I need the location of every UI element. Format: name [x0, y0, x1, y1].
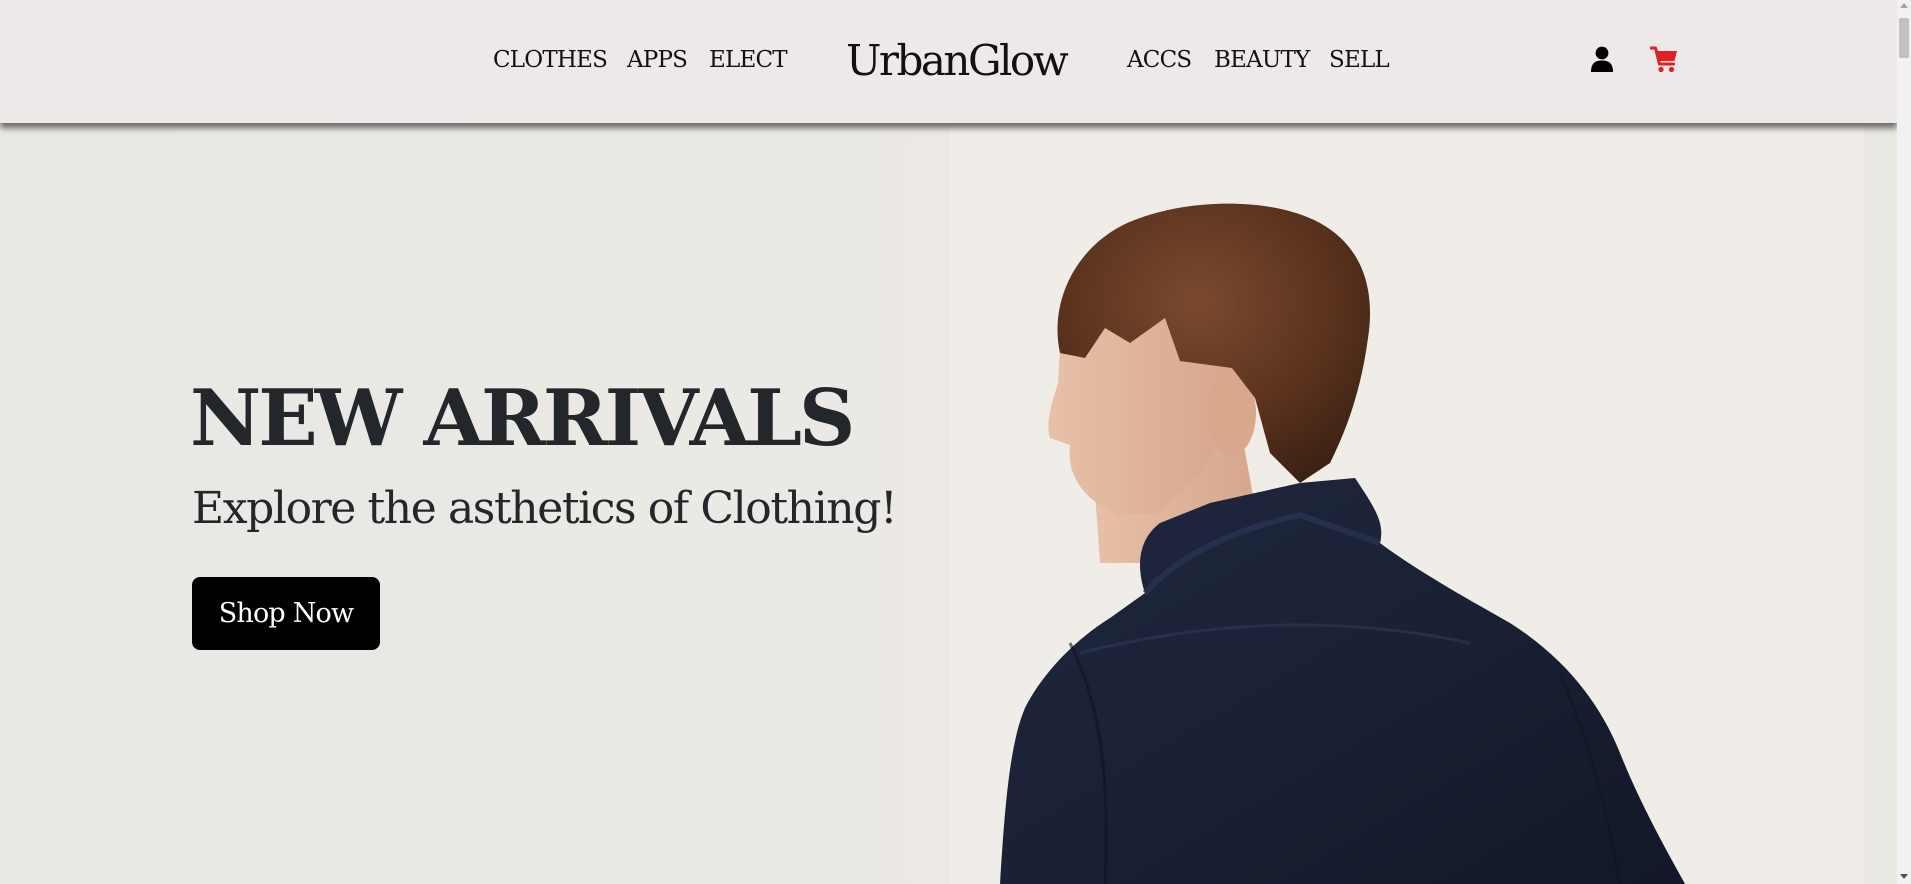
scroll-up-arrow-icon[interactable] [1900, 3, 1908, 8]
nav-link-beauty[interactable]: BEAUTY [1214, 47, 1310, 73]
cart-icon[interactable] [1649, 46, 1678, 77]
nav-link-accs[interactable]: ACCS [1127, 47, 1192, 73]
site-header: CLOTHES APPS ELECT UrbanGlow ACCS BEAUTY… [0, 0, 1897, 123]
hero-banner: NEW ARRIVALS Explore the asthetics of Cl… [0, 123, 1864, 884]
nav-link-sell[interactable]: SELL [1329, 47, 1390, 73]
page-scrollbar[interactable] [1897, 0, 1911, 884]
nav-link-elect[interactable]: ELECT [709, 47, 788, 73]
hero-subtitle: Explore the asthetics of Clothing! [192, 483, 898, 534]
nav-link-clothes[interactable]: CLOTHES [493, 47, 608, 73]
hero-title: NEW ARRIVALS [190, 373, 855, 464]
nav-link-apps[interactable]: APPS [627, 47, 688, 73]
scroll-down-arrow-icon[interactable] [1900, 874, 1908, 879]
scroll-thumb[interactable] [1899, 18, 1909, 58]
brand-logo[interactable]: UrbanGlow [846, 36, 1069, 85]
shop-now-button[interactable]: Shop Now [192, 577, 380, 650]
user-icon[interactable] [1591, 46, 1613, 77]
